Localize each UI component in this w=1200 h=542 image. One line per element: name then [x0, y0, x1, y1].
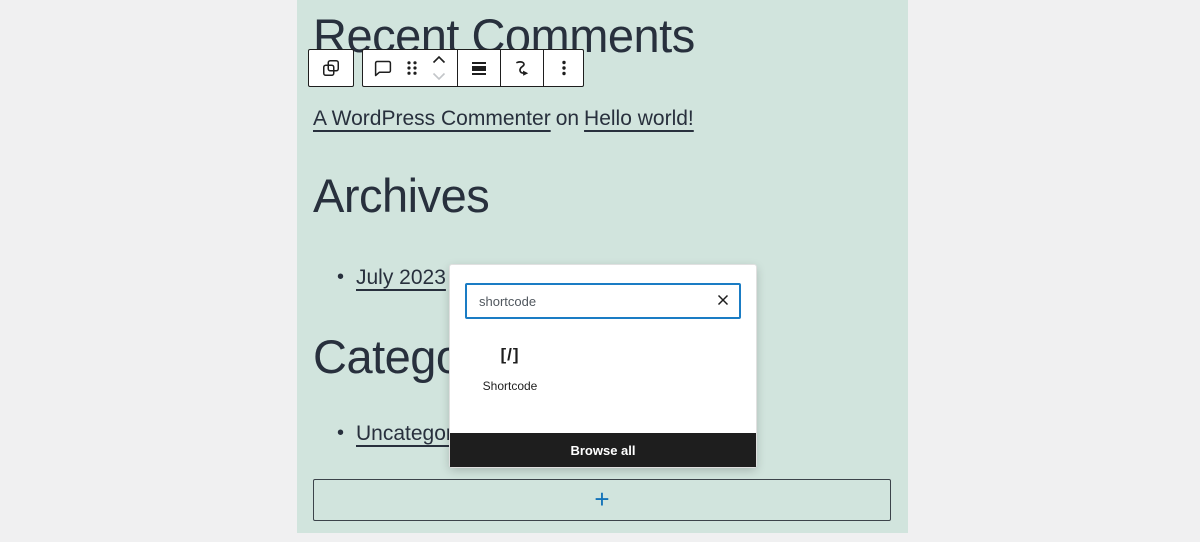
plus-icon: + — [594, 486, 609, 512]
widget-editor-screen: Recent Comments A WordPress CommenteronH… — [0, 0, 1200, 542]
block-result-label: Shortcode — [483, 379, 538, 393]
options-button[interactable] — [544, 50, 583, 86]
toolbar-segment-block — [363, 50, 457, 86]
curved-arrow-icon — [510, 56, 534, 80]
select-parent-block-button[interactable] — [309, 50, 353, 86]
comment-post-link[interactable]: Hello world! — [584, 107, 694, 130]
align-button[interactable] — [458, 50, 500, 86]
block-toolbar-parent-group — [308, 49, 354, 87]
toolbar-segment-align — [457, 50, 500, 86]
archives-list-item: •July 2023 — [337, 266, 446, 290]
list-bullet: • — [337, 266, 356, 289]
add-block-appender[interactable]: + — [313, 479, 891, 521]
block-type-button[interactable] — [364, 50, 402, 86]
block-inserter-popover: [/] Shortcode Browse all — [450, 265, 756, 467]
chevron-up-icon — [430, 54, 448, 65]
archives-month-link[interactable]: July 2023 — [356, 266, 446, 289]
clear-search-button[interactable] — [707, 285, 739, 317]
block-toolbar — [362, 49, 584, 87]
block-search-input[interactable] — [465, 283, 741, 319]
latest-comment-line: A WordPress CommenteronHello world! — [313, 107, 694, 131]
chevron-down-icon — [430, 71, 448, 82]
comment-connector-text: on — [556, 107, 579, 130]
move-up-button[interactable] — [422, 51, 456, 68]
kebab-menu-icon — [552, 56, 576, 80]
archives-heading: Archives — [313, 168, 489, 223]
browse-all-button[interactable]: Browse all — [450, 433, 756, 467]
redirect-button[interactable] — [501, 50, 543, 86]
toolbar-segment-options — [543, 50, 583, 86]
block-result-shortcode[interactable]: [/] Shortcode — [465, 345, 555, 393]
move-block-control — [422, 50, 456, 86]
overlapping-squares-icon — [319, 56, 343, 80]
drag-handle-icon — [402, 56, 422, 80]
align-bars-icon — [467, 56, 491, 80]
toolbar-segment-redirect — [500, 50, 543, 86]
comment-bubble-icon — [371, 56, 395, 80]
shortcode-icon: [/] — [500, 345, 519, 365]
inserter-search — [465, 283, 741, 319]
drag-handle[interactable] — [402, 50, 422, 86]
list-bullet: • — [337, 422, 356, 445]
move-down-button[interactable] — [422, 68, 456, 85]
comment-author-link[interactable]: A WordPress Commenter — [313, 107, 551, 130]
close-icon — [714, 291, 732, 312]
